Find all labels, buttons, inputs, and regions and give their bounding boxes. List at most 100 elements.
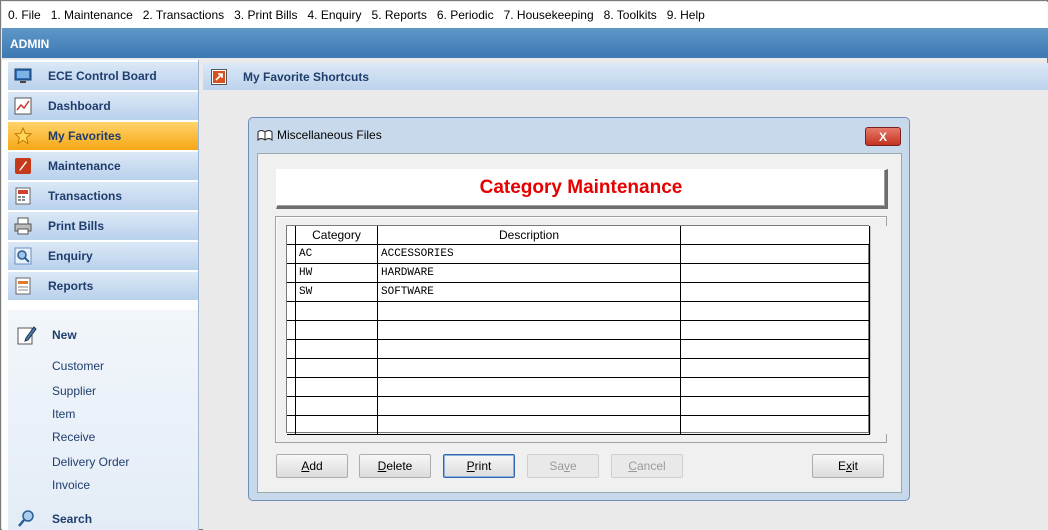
main-header-title: My Favorite Shortcuts bbox=[243, 69, 370, 84]
menu-transactions[interactable]: 2. Transactions bbox=[143, 8, 224, 22]
description-cell[interactable] bbox=[378, 416, 681, 435]
row-marker[interactable] bbox=[287, 397, 296, 416]
add-button[interactable]: Add bbox=[276, 454, 348, 478]
column-header[interactable] bbox=[681, 226, 870, 245]
empty-cell[interactable] bbox=[681, 378, 870, 397]
description-cell[interactable]: SOFTWARE bbox=[378, 283, 681, 302]
category-cell[interactable] bbox=[296, 359, 378, 378]
new-link-receive[interactable]: Receive bbox=[52, 430, 95, 444]
category-cell[interactable] bbox=[296, 321, 378, 340]
row-marker[interactable] bbox=[287, 359, 296, 378]
empty-cell[interactable] bbox=[681, 264, 870, 283]
row-marker bbox=[287, 226, 296, 245]
chart-icon bbox=[14, 97, 32, 115]
empty-cell[interactable] bbox=[681, 245, 870, 264]
empty-cell[interactable] bbox=[681, 283, 870, 302]
menu-reports[interactable]: 5. Reports bbox=[372, 8, 427, 22]
row-marker[interactable] bbox=[287, 283, 296, 302]
row-marker[interactable] bbox=[287, 340, 296, 359]
close-button[interactable]: X bbox=[865, 127, 901, 146]
row-marker[interactable] bbox=[287, 264, 296, 283]
empty-cell[interactable] bbox=[681, 416, 870, 435]
main-header: My Favorite Shortcuts bbox=[203, 63, 1048, 90]
menu-enquiry[interactable]: 4. Enquiry bbox=[307, 8, 361, 22]
category-cell[interactable] bbox=[296, 378, 378, 397]
category-cell[interactable] bbox=[296, 397, 378, 416]
sidebar-item-ece-control-board[interactable]: ECE Control Board bbox=[8, 62, 198, 91]
sidebar-item-maintenance[interactable]: Maintenance bbox=[8, 152, 198, 181]
menu-print-bills[interactable]: 3. Print Bills bbox=[234, 8, 297, 22]
row-marker[interactable] bbox=[287, 321, 296, 340]
magnifier-icon bbox=[14, 247, 32, 265]
dialog-title: Miscellaneous Files bbox=[277, 128, 382, 142]
menu-help[interactable]: 9. Help bbox=[667, 8, 705, 22]
exit-button[interactable]: Ex it bbox=[812, 454, 884, 478]
menu-periodic[interactable]: 6. Periodic bbox=[437, 8, 494, 22]
menu-toolkits[interactable]: 8. Toolkits bbox=[604, 8, 657, 22]
menu-maintenance[interactable]: 1. Maintenance bbox=[51, 8, 133, 22]
description-cell[interactable]: ACCESSORIES bbox=[378, 245, 681, 264]
row-marker[interactable] bbox=[287, 378, 296, 397]
sidebar-item-label: ECE Control Board bbox=[48, 69, 157, 83]
sidebar-item-reports[interactable]: Reports bbox=[8, 272, 198, 301]
cancel-button[interactable]: Cancel bbox=[611, 454, 683, 478]
search-link[interactable]: Search bbox=[16, 508, 92, 530]
new-section-title: New bbox=[52, 328, 77, 342]
star-icon bbox=[14, 127, 32, 145]
sidebar-item-label: Transactions bbox=[48, 189, 123, 203]
category-cell[interactable] bbox=[296, 340, 378, 359]
description-cell[interactable] bbox=[378, 321, 681, 340]
search-icon bbox=[16, 508, 38, 530]
search-label: Search bbox=[52, 512, 93, 526]
description-cell[interactable] bbox=[378, 378, 681, 397]
print-button[interactable]: Print bbox=[443, 454, 515, 478]
calculator-icon bbox=[14, 187, 32, 205]
sidebar-item-label: Maintenance bbox=[48, 159, 121, 173]
new-link-delivery-order[interactable]: Delivery Order bbox=[52, 455, 129, 469]
row-marker[interactable] bbox=[287, 416, 296, 435]
description-cell[interactable]: HARDWARE bbox=[378, 264, 681, 283]
app-window: 0. File 1. Maintenance 2. Transactions 3… bbox=[0, 0, 1048, 530]
grid-scrollbar[interactable] bbox=[870, 226, 887, 434]
row-marker[interactable] bbox=[287, 245, 296, 264]
description-cell[interactable] bbox=[378, 397, 681, 416]
save-button[interactable]: Sa v e bbox=[527, 454, 599, 478]
empty-cell[interactable] bbox=[681, 397, 870, 416]
row-marker[interactable] bbox=[287, 302, 296, 321]
new-link-item[interactable]: Item bbox=[52, 407, 75, 421]
menu-file[interactable]: 0. File bbox=[8, 8, 41, 22]
printer-icon bbox=[14, 217, 32, 235]
sidebar-item-label: Reports bbox=[48, 279, 94, 293]
empty-cell[interactable] bbox=[681, 302, 870, 321]
user-bar: ADMIN bbox=[2, 28, 1048, 58]
column-header[interactable]: Description bbox=[378, 226, 681, 245]
new-link-invoice[interactable]: Invoice bbox=[52, 478, 90, 492]
new-link-supplier[interactable]: Supplier bbox=[52, 384, 96, 398]
category-grid[interactable]: Category Description AC ACCESSORIES HW HARDWA… bbox=[286, 225, 887, 435]
menu-housekeeping[interactable]: 7. Housekeeping bbox=[504, 8, 594, 22]
sidebar-item-transactions[interactable]: Transactions bbox=[8, 182, 198, 211]
category-cell[interactable]: SW bbox=[296, 283, 378, 302]
description-cell[interactable] bbox=[378, 340, 681, 359]
shortcut-icon bbox=[211, 68, 227, 85]
dialog-body: Category Maintenance Category Description… bbox=[257, 153, 902, 493]
empty-cell[interactable] bbox=[681, 340, 870, 359]
sidebar-item-dashboard[interactable]: Dashboard bbox=[8, 92, 198, 121]
category-cell[interactable]: AC bbox=[296, 245, 378, 264]
sidebar-item-enquiry[interactable]: Enquiry bbox=[8, 242, 198, 271]
category-cell[interactable] bbox=[296, 416, 378, 435]
dialog-titlebar: Miscellaneous Files bbox=[257, 128, 382, 142]
delete-button[interactable]: Delete bbox=[359, 454, 431, 478]
monitor-icon bbox=[14, 67, 32, 85]
column-header[interactable]: Category bbox=[296, 226, 378, 245]
new-link-customer[interactable]: Customer bbox=[52, 359, 104, 373]
category-cell[interactable]: HW bbox=[296, 264, 378, 283]
description-cell[interactable] bbox=[378, 359, 681, 378]
empty-cell[interactable] bbox=[681, 321, 870, 340]
sidebar-item-print-bills[interactable]: Print Bills bbox=[8, 212, 198, 241]
sidebar-item-my-favorites[interactable]: My Favorites bbox=[8, 122, 198, 151]
description-cell[interactable] bbox=[378, 302, 681, 321]
menu-bar: 0. File 1. Maintenance 2. Transactions 3… bbox=[2, 2, 1048, 28]
category-cell[interactable] bbox=[296, 302, 378, 321]
empty-cell[interactable] bbox=[681, 359, 870, 378]
